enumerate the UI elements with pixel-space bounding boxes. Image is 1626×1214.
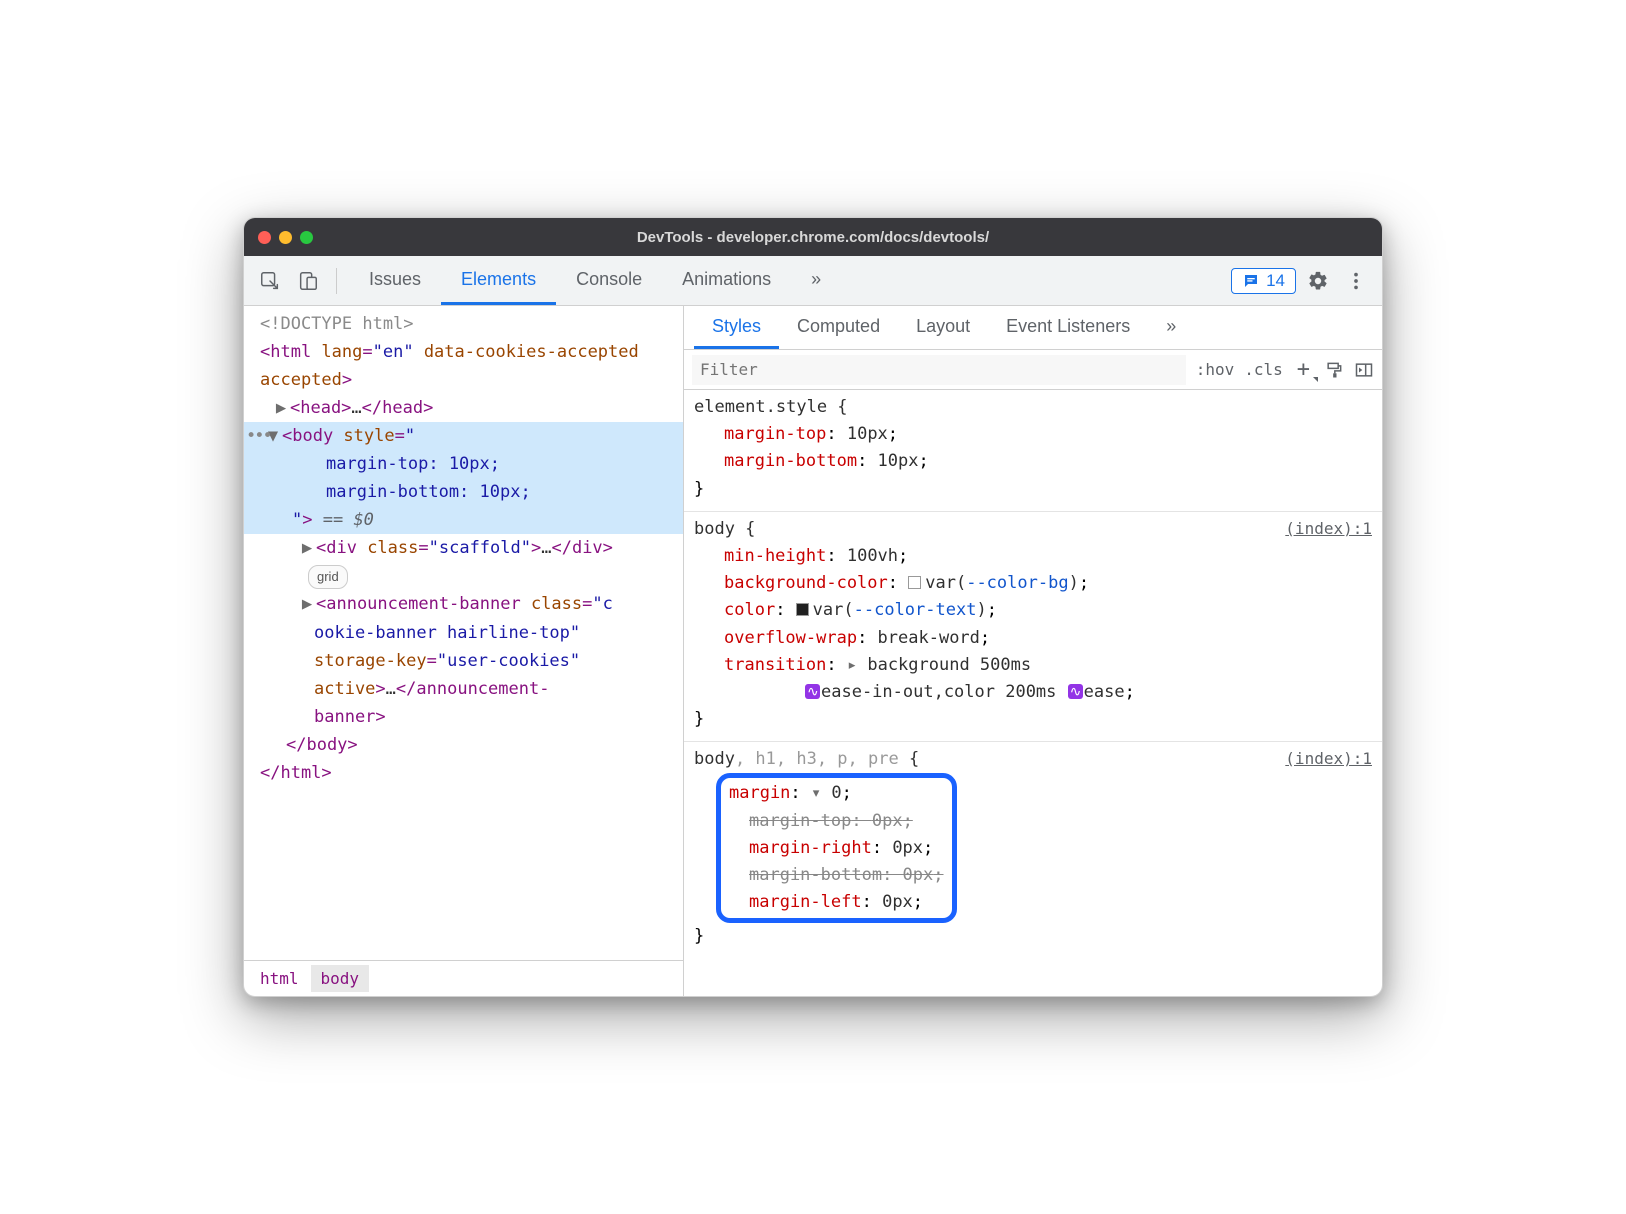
tab-animations[interactable]: Animations xyxy=(662,256,791,305)
close-window-button[interactable] xyxy=(258,231,271,244)
color-swatch-icon[interactable] xyxy=(796,603,809,616)
doctype: <!DOCTYPE html> xyxy=(260,314,414,334)
head-node[interactable]: ▶<head>…</head> xyxy=(252,394,683,422)
rule-body[interactable]: (index):1 body { min-height: 100vh; back… xyxy=(684,512,1382,743)
tab-layout[interactable]: Layout xyxy=(898,306,988,349)
tab-computed[interactable]: Computed xyxy=(779,306,898,349)
rule-body-reset[interactable]: (index):1 body, h1, h3, p, pre { margin:… xyxy=(684,742,1382,958)
color-swatch-icon[interactable] xyxy=(908,576,921,589)
rule-element-style[interactable]: element.style { margin-top: 10px; margin… xyxy=(684,390,1382,512)
separator xyxy=(336,268,337,294)
new-style-rule-button[interactable]: + xyxy=(1293,357,1314,382)
html-close-tag[interactable]: </html> xyxy=(260,763,332,783)
breadcrumb-body[interactable]: body xyxy=(311,965,370,992)
chat-icon xyxy=(1242,272,1260,290)
sidebar-tabs: Styles Computed Layout Event Listeners » xyxy=(684,306,1382,350)
hov-toggle[interactable]: :hov xyxy=(1196,360,1235,379)
tab-issues[interactable]: Issues xyxy=(349,256,441,305)
issues-badge[interactable]: 14 xyxy=(1231,268,1296,294)
devtools-window: DevTools - developer.chrome.com/docs/dev… xyxy=(243,217,1383,997)
paint-brush-icon[interactable] xyxy=(1324,360,1344,380)
bezier-icon[interactable] xyxy=(805,684,820,699)
panel-tabs: Issues Elements Console Animations » xyxy=(349,256,841,305)
tab-event-listeners[interactable]: Event Listeners xyxy=(988,306,1148,349)
more-subtabs-button[interactable]: » xyxy=(1148,306,1194,349)
body-node-selected[interactable]: ••• ▼<body style=" margin-top: 10px; mar… xyxy=(244,422,683,534)
inspect-icon[interactable] xyxy=(254,265,286,297)
grid-badge[interactable]: grid xyxy=(308,565,348,588)
tab-console[interactable]: Console xyxy=(556,256,662,305)
bezier-icon[interactable] xyxy=(1068,684,1083,699)
source-link[interactable]: (index):1 xyxy=(1285,746,1372,772)
tab-elements[interactable]: Elements xyxy=(441,256,556,305)
minimize-window-button[interactable] xyxy=(279,231,292,244)
elements-panel: <!DOCTYPE html> <html lang="en" data-coo… xyxy=(244,306,684,996)
issues-count-text: 14 xyxy=(1266,271,1285,291)
content-split: <!DOCTYPE html> <html lang="en" data-coo… xyxy=(244,306,1382,996)
window-title: DevTools - developer.chrome.com/docs/dev… xyxy=(244,229,1382,246)
zoom-window-button[interactable] xyxy=(300,231,313,244)
styles-list: element.style { margin-top: 10px; margin… xyxy=(684,390,1382,996)
styles-filter-input[interactable] xyxy=(692,355,1186,385)
kebab-menu-icon[interactable] xyxy=(1340,265,1372,297)
styles-filter-bar: :hov .cls + xyxy=(684,350,1382,390)
window-controls xyxy=(258,231,313,244)
device-toggle-icon[interactable] xyxy=(292,265,324,297)
titlebar: DevTools - developer.chrome.com/docs/dev… xyxy=(244,218,1382,256)
dom-tree[interactable]: <!DOCTYPE html> <html lang="en" data-coo… xyxy=(244,306,683,960)
announcement-banner-node[interactable]: ▶<announcement-banner class="c xyxy=(252,590,683,618)
tab-styles[interactable]: Styles xyxy=(694,306,779,349)
styles-panel: Styles Computed Layout Event Listeners »… xyxy=(684,306,1382,996)
source-link[interactable]: (index):1 xyxy=(1285,516,1372,542)
div-scaffold-node[interactable]: ▶<div class="scaffold">…</div> xyxy=(252,534,683,562)
cls-toggle[interactable]: .cls xyxy=(1244,360,1283,379)
body-close-tag[interactable]: </body> xyxy=(286,735,358,755)
breadcrumb-html[interactable]: html xyxy=(250,965,309,992)
highlighted-margin-box: margin: ▼ 0; margin-top: 0px; margin-rig… xyxy=(716,773,957,923)
main-toolbar: Issues Elements Console Animations » 14 xyxy=(244,256,1382,306)
settings-icon[interactable] xyxy=(1302,265,1334,297)
html-open-tag[interactable]: <html lang="en" data-cookies-accepted xyxy=(252,338,683,366)
more-tabs-button[interactable]: » xyxy=(791,256,841,305)
breadcrumb: html body xyxy=(244,960,683,996)
toggle-sidebar-icon[interactable] xyxy=(1354,360,1374,380)
